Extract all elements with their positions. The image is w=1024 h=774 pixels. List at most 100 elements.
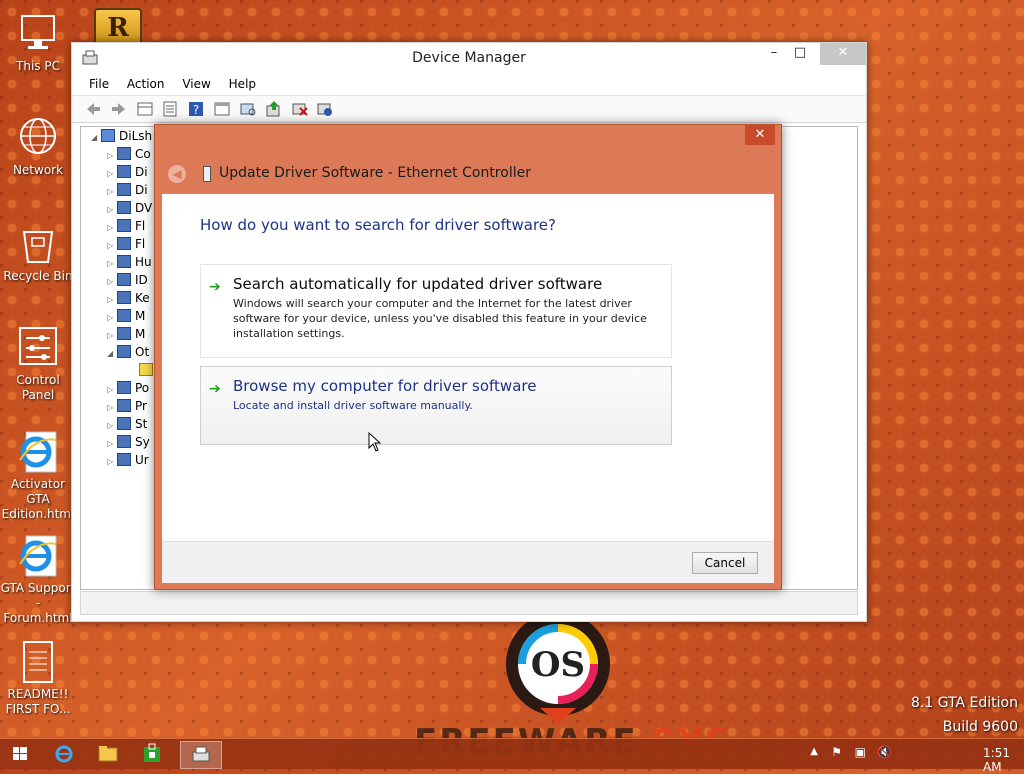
internet-explorer-icon <box>55 745 73 763</box>
internet-explorer-icon <box>16 534 60 578</box>
network-globe-icon <box>16 116 60 160</box>
update-driver-icon[interactable] <box>265 100 283 118</box>
green-arrow-icon: ➔ <box>209 381 221 397</box>
device-manager-title: Device Manager <box>412 50 526 66</box>
menu-bar: File Action View Help <box>72 73 866 95</box>
option-description: Windows will search your computer and th… <box>233 297 647 340</box>
device-manager-titlebar[interactable]: Device Manager – □ ✕ <box>72 43 866 73</box>
desktop-icon-label: Network <box>12 163 64 177</box>
device-category-icon <box>117 237 131 250</box>
warning-device-icon <box>139 363 153 376</box>
desktop-icon-label: GTA Support - Forum.html <box>0 581 76 625</box>
dialog-question: How do you want to search for driver sof… <box>200 216 556 234</box>
desktop-icon-label: Activator GTA Edition.html <box>1 477 75 521</box>
volume-muted-icon[interactable]: 🔇 <box>877 745 892 759</box>
taskbar-internet-explorer[interactable] <box>44 741 84 767</box>
desktop-icon-label: README!! FIRST FO... <box>5 687 71 716</box>
computer-icon <box>16 12 60 56</box>
device-category-icon <box>117 381 131 394</box>
device-manager-icon <box>192 746 210 762</box>
menu-action[interactable]: Action <box>120 73 172 93</box>
device-category-icon <box>117 345 131 358</box>
recycle-bin-icon <box>16 222 60 266</box>
folder-icon <box>98 746 118 762</box>
svg-text:?: ? <box>193 103 199 117</box>
desktop-icon-label: This PC <box>16 59 60 73</box>
enable-device-icon[interactable] <box>316 100 334 118</box>
search-automatically-option[interactable]: ➔ Search automatically for updated drive… <box>200 264 672 358</box>
scan-hardware-icon[interactable] <box>239 100 257 118</box>
status-bar <box>80 591 858 615</box>
device-category-icon <box>117 255 131 268</box>
watermark-logo-icon: OS <box>506 620 610 724</box>
option-description: Locate and install driver software manua… <box>233 399 473 412</box>
device-category-icon <box>117 453 131 466</box>
dialog-footer: Cancel <box>162 541 774 583</box>
desktop-icon-readme[interactable]: README!! FIRST FO... <box>0 640 76 717</box>
device-category-icon <box>117 183 131 196</box>
device-category-icon <box>117 201 131 214</box>
menu-view[interactable]: View <box>175 73 217 93</box>
device-category-icon <box>117 309 131 322</box>
device-category-icon <box>117 165 131 178</box>
collapsed-triangle-icon[interactable]: ▷ <box>107 453 117 471</box>
option-title: Browse my computer for driver software <box>233 377 537 395</box>
device-category-icon <box>117 273 131 286</box>
device-category-icon <box>117 147 131 160</box>
properties-grid-icon[interactable] <box>136 100 154 118</box>
forward-arrow-icon[interactable] <box>110 100 128 118</box>
taskbar-device-manager[interactable] <box>180 741 222 769</box>
device-category-icon <box>117 291 131 304</box>
cancel-button[interactable]: Cancel <box>692 552 758 574</box>
start-button[interactable] <box>0 741 40 767</box>
desktop-icon-label: Recycle Bin <box>3 269 73 283</box>
taskbar-store[interactable] <box>132 741 172 767</box>
help-icon[interactable]: ? <box>187 100 205 118</box>
desktop-icon-network[interactable]: Network <box>0 116 76 178</box>
action-center-flag-icon[interactable]: ⚑ <box>831 745 842 759</box>
uninstall-device-icon[interactable] <box>291 100 309 118</box>
dialog-title: Update Driver Software - Ethernet Contro… <box>219 165 531 181</box>
computer-node-icon <box>101 129 115 142</box>
network-status-icon[interactable]: ▣ <box>855 745 866 759</box>
device-category-icon <box>117 219 131 232</box>
clock[interactable]: 1:51 AM <box>983 746 1010 774</box>
taskbar: ▲ ⚑ ▣ 🔇 1:51 AM <box>0 738 1024 774</box>
desktop-icon-gta-support[interactable]: GTA Support - Forum.html <box>0 534 76 626</box>
svg-text:OS: OS <box>531 645 585 685</box>
close-button[interactable]: ✕ <box>820 43 866 65</box>
details-view-icon[interactable] <box>213 100 231 118</box>
green-arrow-icon: ➔ <box>209 279 221 295</box>
update-driver-dialog: ✕ ◀ Update Driver Software - Ethernet Co… <box>154 124 782 590</box>
desktop-icon-control-panel[interactable]: Control Panel <box>0 326 76 403</box>
internet-explorer-icon <box>16 430 60 474</box>
taskbar-file-explorer[interactable] <box>88 741 128 767</box>
windows-logo-icon <box>13 747 27 760</box>
device-category-icon <box>117 417 131 430</box>
menu-help[interactable]: Help <box>222 73 263 93</box>
mouse-cursor-icon <box>368 432 382 452</box>
show-hidden-icons-icon[interactable]: ▲ <box>810 746 818 757</box>
menu-file[interactable]: File <box>82 73 116 93</box>
windows-edition-label: 8.1 GTA Edition <box>911 695 1018 711</box>
device-category-icon <box>117 327 131 340</box>
option-title: Search automatically for updated driver … <box>233 275 603 293</box>
control-panel-icon <box>16 326 60 370</box>
device-category-icon <box>117 435 131 448</box>
maximize-button[interactable]: □ <box>780 43 820 65</box>
list-view-icon[interactable] <box>161 100 179 118</box>
back-button[interactable]: ◀ <box>168 165 186 183</box>
desktop-icon-this-pc[interactable]: This PC <box>0 12 76 74</box>
toolbar: ? <box>72 95 866 123</box>
store-icon <box>144 743 160 762</box>
back-arrow-icon[interactable] <box>84 100 102 118</box>
desktop-icon-label: Control Panel <box>16 373 60 402</box>
desktop-icon-recycle-bin[interactable]: Recycle Bin <box>0 222 76 284</box>
desktop-icon-activator[interactable]: Activator GTA Edition.html <box>0 430 76 522</box>
browse-computer-option[interactable]: ➔ Browse my computer for driver software… <box>200 366 672 445</box>
dialog-header: ◀ Update Driver Software - Ethernet Cont… <box>155 125 781 194</box>
windows-build-label: Build 9600 <box>942 719 1018 735</box>
network-adapter-icon <box>203 166 211 182</box>
device-category-icon <box>117 399 131 412</box>
dialog-body: How do you want to search for driver sof… <box>162 194 774 541</box>
